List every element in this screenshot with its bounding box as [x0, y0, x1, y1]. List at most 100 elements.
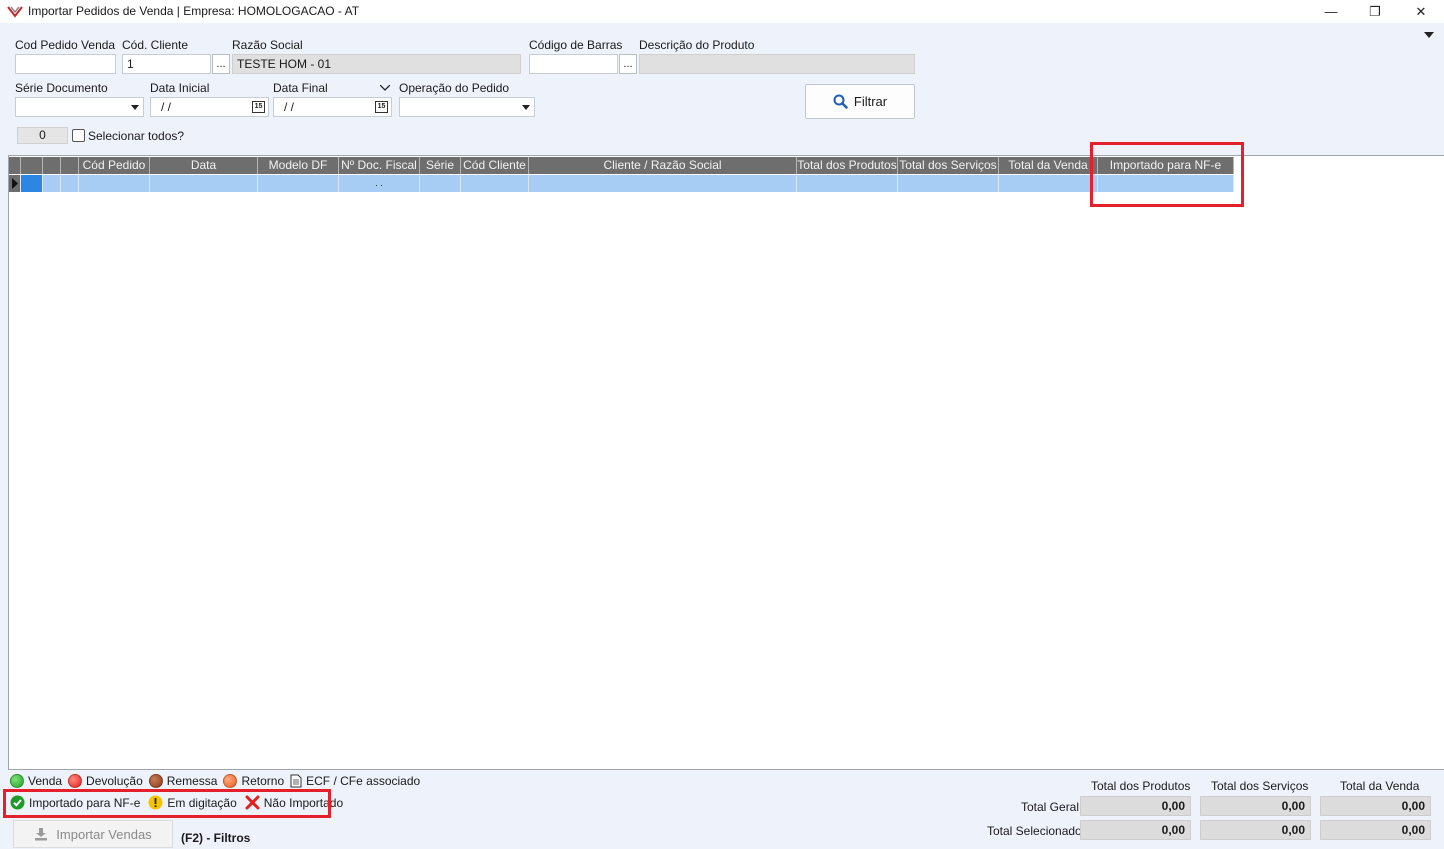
legend-ecf: ECF / CFe associado [290, 774, 420, 788]
grid-column-header[interactable]: Total dos Produtos [797, 157, 898, 174]
orange-dot-icon [223, 774, 238, 788]
grid-column-header[interactable] [43, 157, 61, 174]
razao-social-field: TESTE HOM - 01 [232, 54, 521, 74]
selecionar-todos-label: Selecionar todos? [88, 129, 185, 143]
data-final-value: / / [284, 100, 295, 114]
codigo-barras-label: Código de Barras [529, 38, 623, 52]
razao-social-label: Razão Social [232, 38, 303, 52]
grid-cell[interactable] [797, 175, 898, 192]
legend-row-2: Importado para NF-e Em digitação Não Imp… [10, 795, 343, 810]
grid-cell[interactable] [150, 175, 258, 192]
grid-cell[interactable] [999, 175, 1098, 192]
grid-cell[interactable] [79, 175, 150, 192]
total-servicos-header: Total dos Serviços [1211, 779, 1309, 793]
grid-cell[interactable] [420, 175, 461, 192]
grid-cell[interactable] [21, 175, 43, 192]
legend-venda: Venda [10, 774, 62, 788]
document-icon [290, 774, 302, 788]
total-geral-produtos: 0,00 [1080, 796, 1191, 816]
grid-column-header[interactable]: Cód Pedido [79, 157, 150, 174]
legend-row-1: Venda Devolução Remessa Retorno ECF / CF… [10, 774, 420, 788]
operacao-pedido-select[interactable] [399, 97, 535, 117]
brown-dot-icon [148, 774, 163, 788]
collapse-arrow-icon[interactable] [1424, 32, 1434, 38]
grid-column-header[interactable] [61, 157, 79, 174]
filter-panel: Cod Pedido Venda Cód. Cliente 1 ... Razã… [0, 23, 1444, 154]
total-selecionado-venda: 0,00 [1320, 820, 1431, 840]
search-icon [833, 94, 848, 109]
grid-column-header[interactable]: Cliente / Razão Social [529, 157, 797, 174]
window-title: Importar Pedidos de Venda | Empresa: HOM… [28, 4, 360, 18]
grid-cell[interactable] [461, 175, 529, 192]
red-dot-icon [68, 774, 83, 788]
grid-cell[interactable] [1098, 175, 1234, 192]
data-final-label: Data Final [273, 81, 328, 95]
grid-cell[interactable] [258, 175, 339, 192]
grid-cell[interactable]: . . [339, 175, 420, 192]
warning-circle-icon [148, 795, 163, 810]
total-selecionado-produtos: 0,00 [1080, 820, 1191, 840]
grid-cell[interactable] [529, 175, 797, 192]
green-dot-icon [10, 774, 24, 788]
grid-column-header[interactable]: Cód Cliente [461, 157, 529, 174]
total-produtos-header: Total dos Produtos [1091, 779, 1191, 793]
calendar-icon[interactable]: 15 [375, 101, 388, 113]
data-inicial-value: / / [161, 100, 172, 114]
legend-em-digitacao: Em digitação [148, 795, 237, 810]
grid-column-header[interactable] [21, 157, 43, 174]
serie-documento-select[interactable] [15, 97, 144, 117]
grid-column-header[interactable]: Nº Doc. Fiscal [339, 157, 420, 174]
f2-filtros-hint: (F2) - Filtros [181, 831, 251, 845]
cod-cliente-label: Cód. Cliente [122, 38, 189, 52]
descricao-produto-label: Descrição do Produto [639, 38, 755, 52]
check-circle-icon [10, 795, 25, 810]
grid-column-header[interactable]: Total dos Serviços [898, 157, 999, 174]
legend-nao-importado: Não Importado [245, 795, 343, 810]
filtrar-label: Filtrar [853, 94, 888, 109]
calendar-icon[interactable]: 15 [252, 101, 265, 113]
import-icon [35, 828, 48, 841]
chevron-down-icon[interactable] [380, 85, 390, 91]
total-selecionado-servicos: 0,00 [1200, 820, 1311, 840]
grid-column-header[interactable]: Modelo DF [258, 157, 339, 174]
legend-devolucao: Devolução [68, 774, 143, 788]
divider [8, 769, 1444, 770]
codigo-barras-input[interactable] [529, 54, 618, 74]
grid-cell[interactable] [43, 175, 61, 192]
selected-count: 0 [17, 127, 68, 144]
selecionar-todos-checkbox[interactable] [72, 129, 85, 142]
produto-lookup-button[interactable]: ... [619, 54, 637, 74]
row-indicator-icon [9, 175, 21, 192]
operacao-pedido-label: Operação do Pedido [399, 81, 510, 95]
cod-pedido-label: Cod Pedido Venda [15, 38, 116, 52]
chevron-down-icon[interactable] [519, 101, 532, 114]
total-geral-venda: 0,00 [1320, 796, 1431, 816]
grid-cell[interactable] [61, 175, 79, 192]
filtrar-button[interactable]: Filtrar [805, 84, 915, 119]
chevron-down-icon[interactable] [128, 101, 141, 114]
grid-column-header[interactable]: Série [420, 157, 461, 174]
total-venda-header: Total da Venda [1340, 779, 1420, 793]
restore-button[interactable]: ❐ [1352, 0, 1398, 23]
total-selecionado-label: Total Selecionado [987, 824, 1082, 838]
close-button[interactable]: ✕ [1398, 0, 1444, 23]
grid-column-header[interactable]: Total da Venda [999, 157, 1098, 174]
importar-vendas-button[interactable]: Importar Vendas [13, 820, 173, 848]
cliente-lookup-button[interactable]: ... [212, 54, 230, 74]
total-geral-servicos: 0,00 [1200, 796, 1311, 816]
x-icon [245, 795, 260, 810]
cod-pedido-input[interactable] [15, 54, 116, 74]
app-logo-icon [7, 6, 23, 18]
cod-cliente-input[interactable]: 1 [122, 54, 211, 74]
grid-column-header[interactable]: Data [150, 157, 258, 174]
minimize-button[interactable]: — [1308, 0, 1354, 23]
total-geral-label: Total Geral [1021, 800, 1080, 814]
grid-cell[interactable] [898, 175, 999, 192]
data-inicial-label: Data Inicial [150, 81, 210, 95]
data-final-input[interactable]: / / 15 [273, 97, 392, 117]
data-inicial-input[interactable]: / / 15 [150, 97, 269, 117]
grid-column-header[interactable]: Importado para NF-e [1098, 157, 1234, 174]
legend-importado: Importado para NF-e [10, 795, 140, 810]
descricao-produto-field [639, 54, 915, 74]
orders-grid[interactable]: Cód Pedido Data Modelo DF Nº Doc. Fiscal Sér… [8, 155, 1444, 770]
